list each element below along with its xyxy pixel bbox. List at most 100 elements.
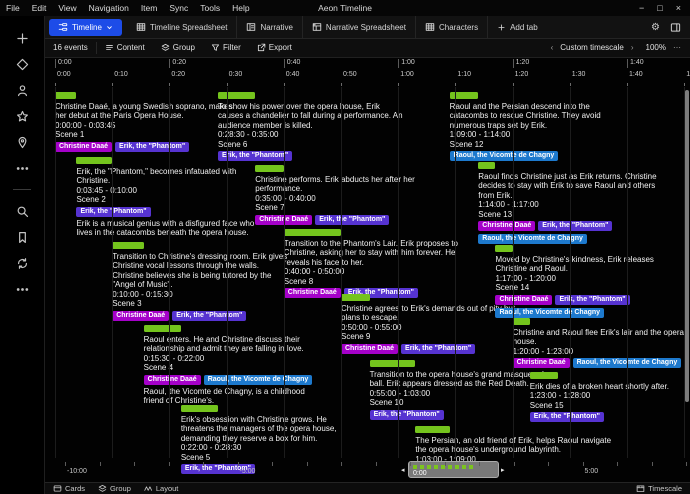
menu-view[interactable]: View (52, 3, 82, 13)
timeline-event[interactable]: Transition to the Phantom's Lair. Erik p… (284, 229, 480, 299)
timeline-event[interactable]: Raoul and the Persian descend into the c… (450, 92, 630, 162)
panel-icon[interactable] (670, 22, 681, 33)
character-tag[interactable]: Erik, the "Phantom" (370, 410, 444, 420)
timeline-event[interactable]: Christine and Raoul flee Erik's lair and… (513, 318, 690, 369)
timeline-event[interactable]: Erik dies of a broken heart shortly afte… (530, 372, 690, 423)
event-duration-bar[interactable] (76, 157, 112, 164)
character-tag[interactable]: Erik, the "Phantom" (172, 311, 246, 321)
character-tag[interactable]: Erik, the "Phantom" (401, 344, 475, 354)
vertical-scrollbar[interactable] (685, 90, 689, 402)
character-tag[interactable]: Erik, the "Phantom" (555, 295, 629, 305)
status-timescale-toggle[interactable]: Timescale (636, 484, 682, 493)
event-duration-bar[interactable] (415, 426, 449, 433)
menu-item[interactable]: Item (135, 3, 164, 13)
maximize-button[interactable]: □ (657, 0, 662, 16)
content-button[interactable]: Content (97, 43, 153, 52)
event-duration-bar[interactable] (112, 242, 143, 249)
character-tag[interactable]: Christine Daaé (513, 358, 570, 368)
character-tag[interactable]: Christine Daaé (478, 221, 535, 231)
character-tag[interactable]: Erik, the "Phantom" (315, 215, 389, 225)
event-duration-bar[interactable] (370, 360, 416, 367)
sidebar-pin-icon[interactable] (16, 134, 29, 150)
character-tag[interactable]: Erik, the "Phantom" (115, 142, 189, 152)
tab-narrative-spreadsheet[interactable]: Narrative Spreadsheet (303, 16, 416, 38)
status-toggle-cards[interactable]: Cards (53, 484, 85, 493)
event-scene-label: Scene 12 (450, 140, 630, 150)
menu-file[interactable]: File (0, 3, 26, 13)
menu-tools[interactable]: Tools (194, 3, 226, 13)
overflow-menu-button[interactable]: ⋯ (673, 43, 682, 52)
timescale-label[interactable]: Custom timescale (560, 43, 624, 52)
tab-characters[interactable]: Characters (416, 16, 488, 38)
tab-narrative[interactable]: Narrative (237, 16, 302, 38)
add-tab-button[interactable]: Add tab (488, 16, 547, 38)
timescale-next-button[interactable]: › (631, 43, 634, 52)
sidebar-star-icon[interactable] (16, 108, 29, 124)
menu-help[interactable]: Help (226, 3, 255, 13)
sidebar-more-icon[interactable] (16, 281, 29, 297)
event-time-range: 0:22:00 - 0:28:30 (181, 443, 361, 453)
sidebar-bookmark-icon[interactable] (16, 229, 29, 245)
navigator-thumb[interactable]: 0:00 (408, 461, 499, 478)
event-duration-bar[interactable] (181, 405, 218, 412)
menu-sync[interactable]: Sync (163, 3, 194, 13)
character-tag[interactable]: Erik, the "Phantom" (76, 207, 150, 217)
export-button[interactable]: Export (249, 43, 300, 52)
sidebar-sync-icon[interactable] (16, 255, 29, 271)
timeline-event[interactable]: Transition to Christine's dressing room.… (112, 242, 292, 321)
event-duration-bar[interactable] (495, 245, 512, 252)
character-tag[interactable]: Christine Daaé (341, 344, 398, 354)
event-duration-bar[interactable] (450, 92, 479, 99)
character-tag[interactable]: Christine Daaé (284, 288, 341, 298)
timeline-event[interactable]: To show his power over the opera house, … (218, 92, 406, 162)
sidebar-search-icon[interactable] (16, 203, 29, 219)
event-duration-bar[interactable] (341, 294, 370, 301)
close-button[interactable]: × (676, 0, 681, 16)
character-tag[interactable]: Raoul, the Vicomte de Chagny (204, 375, 313, 385)
character-tag[interactable]: Christine Daaé (144, 375, 201, 385)
event-duration-bar[interactable] (284, 229, 341, 236)
status-toggle-group[interactable]: Group (98, 484, 131, 493)
timescale-prev-button[interactable]: ‹ (551, 43, 554, 52)
settings-icon[interactable]: ⚙ (651, 22, 660, 33)
menu-navigation[interactable]: Navigation (83, 3, 135, 13)
timeline-event[interactable]: Erik, the "Phantom," becomes infatuated … (76, 157, 256, 238)
tab-timeline[interactable]: Timeline (49, 19, 122, 36)
status-toggle-layout[interactable]: Layout (144, 484, 179, 493)
timeline-navigator[interactable]: 0:00 -10:00-5:005:00◂▸ (45, 460, 690, 482)
event-duration-bar[interactable] (513, 318, 530, 325)
character-tag[interactable]: Christine Daaé (495, 295, 552, 305)
event-duration-bar[interactable] (55, 92, 76, 99)
timeline-event[interactable]: Christine Daaé, a young Swedish soprano,… (55, 92, 235, 152)
timeline-event[interactable]: Christine performs. Erik abducts her aft… (255, 165, 435, 225)
group-button[interactable]: Group (153, 43, 203, 52)
navigator-thumb-handle[interactable]: ▸ (501, 466, 505, 474)
sidebar-diamond-icon[interactable] (16, 56, 29, 72)
character-tag[interactable]: Raoul, the Vicomte de Chagny (450, 151, 559, 161)
event-duration-bar[interactable] (530, 372, 559, 379)
tab-timeline-spreadsheet[interactable]: Timeline Spreadsheet (127, 16, 238, 38)
event-note: Erik is a musical genius with a disfigur… (76, 219, 256, 238)
character-tag[interactable]: Erik, the "Phantom" (538, 221, 612, 231)
character-tag[interactable]: Christine Daaé (55, 142, 112, 152)
navigator-thumb-handle[interactable]: ◂ (401, 466, 405, 474)
menu-edit[interactable]: Edit (26, 3, 53, 13)
minimize-button[interactable]: − (639, 0, 644, 16)
sidebar-add-icon[interactable] (16, 30, 29, 46)
sidebar-person-icon[interactable] (16, 82, 29, 98)
character-tag[interactable]: Erik, the "Phantom" (218, 151, 292, 161)
sidebar-more-icon[interactable] (16, 160, 29, 176)
timeline-event[interactable]: Christine agrees to Erik's demands out o… (341, 294, 521, 354)
character-tag[interactable]: Christine Daaé (112, 311, 169, 321)
timeline-event[interactable]: Raoul finds Christine just as Erik retur… (478, 162, 668, 245)
event-duration-bar[interactable] (255, 165, 284, 172)
timeline-event[interactable]: Raoul enters. He and Christine discuss t… (144, 325, 324, 406)
timeline-canvas[interactable]: Christine Daaé, a young Swedish soprano,… (45, 58, 690, 482)
event-duration-bar[interactable] (478, 162, 495, 169)
event-duration-bar[interactable] (218, 92, 255, 99)
timeline-event[interactable]: Moved by Christine's kindness, Erik rele… (495, 245, 675, 318)
character-tag[interactable]: Erik, the "Phantom" (530, 412, 604, 422)
event-duration-bar[interactable] (144, 325, 181, 332)
filter-button[interactable]: Filter (203, 43, 249, 52)
zoom-level[interactable]: 100% (646, 43, 666, 52)
